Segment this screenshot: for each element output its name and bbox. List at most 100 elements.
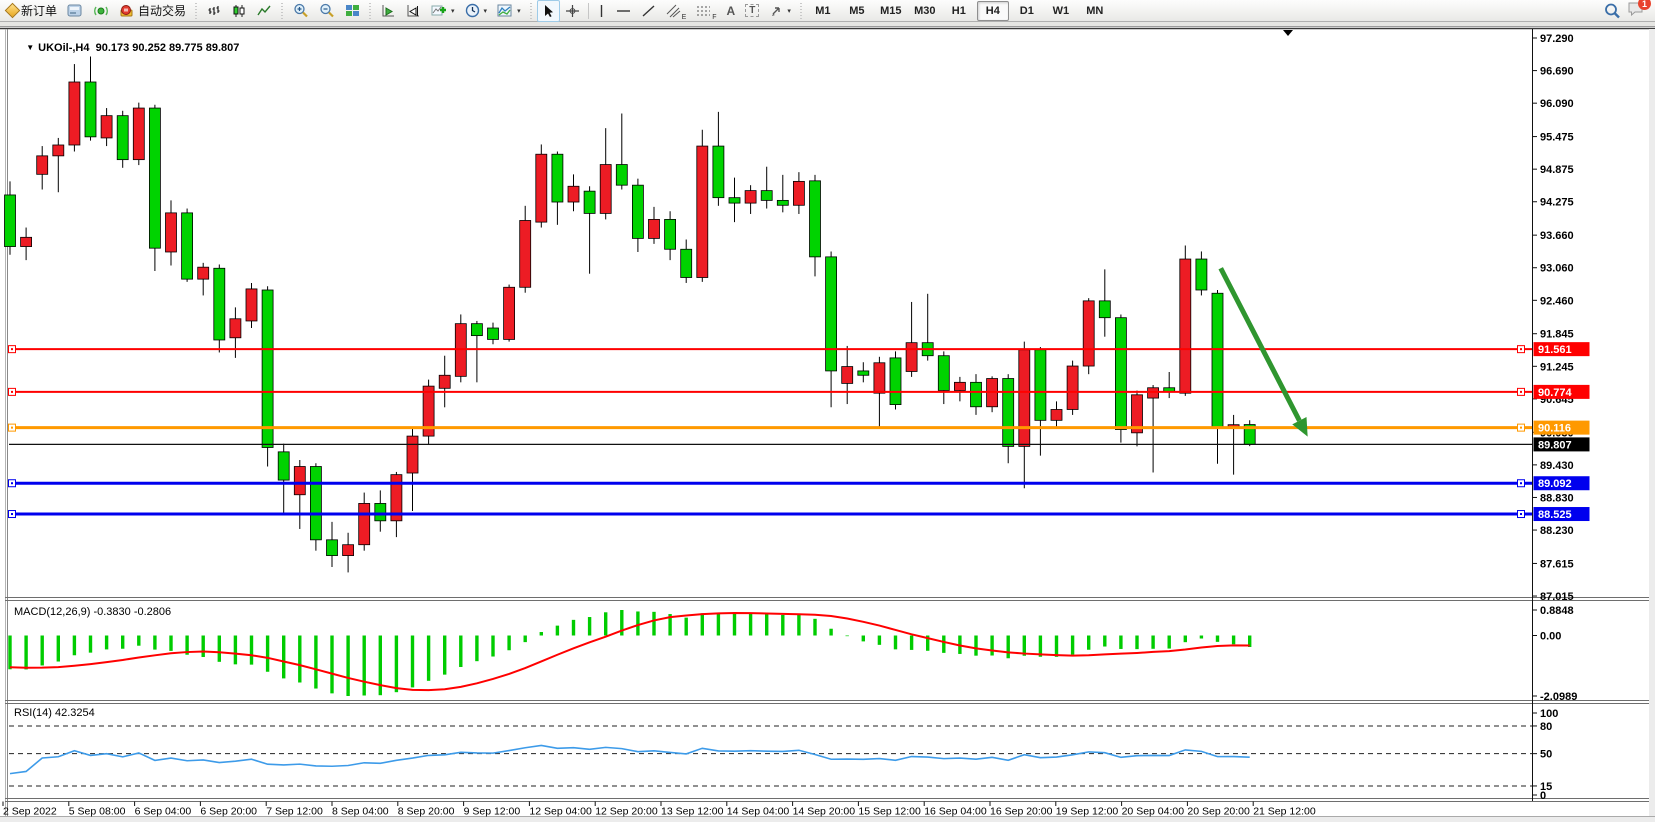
svg-text:0.00: 0.00 xyxy=(1540,631,1561,643)
market-watch-button[interactable] xyxy=(62,0,88,22)
bar-chart-button[interactable] xyxy=(202,0,227,22)
svg-text:93.660: 93.660 xyxy=(1540,230,1574,242)
text-label-icon: T xyxy=(745,4,759,17)
price-axis[interactable]: 97.29096.69096.09095.47594.87594.27593.6… xyxy=(1532,33,1590,802)
svg-text:20 Sep 20:00: 20 Sep 20:00 xyxy=(1187,806,1250,818)
chart-shift-button[interactable] xyxy=(401,0,426,22)
svg-text:87.015: 87.015 xyxy=(1540,591,1574,603)
svg-text:96.090: 96.090 xyxy=(1540,98,1574,110)
notifications-button[interactable]: 1 xyxy=(1627,1,1645,20)
time-axis[interactable]: 2 Sep 20225 Sep 08:006 Sep 04:006 Sep 20… xyxy=(3,802,1316,818)
templates-dropdown-icon[interactable]: ▾ xyxy=(517,7,521,15)
text-tool-button[interactable]: A xyxy=(722,0,741,22)
notification-badge: 1 xyxy=(1638,0,1651,10)
horizontal-line-89.092[interactable] xyxy=(9,480,1533,487)
rsi-pane xyxy=(10,745,1250,773)
tile-windows-button[interactable] xyxy=(340,0,365,22)
svg-text:-2.0989: -2.0989 xyxy=(1540,691,1577,703)
zoom-in-button[interactable] xyxy=(288,0,314,22)
fibonacci-letter: F xyxy=(712,14,716,21)
indicators-dropdown-icon[interactable]: ▾ xyxy=(451,7,455,15)
fibonacci-icon xyxy=(696,4,712,18)
toolbar-grip xyxy=(528,3,535,19)
svg-text:16 Sep 04:00: 16 Sep 04:00 xyxy=(924,806,987,818)
auto-scroll-button[interactable] xyxy=(376,0,401,22)
auto-trade-icon xyxy=(119,4,135,18)
templates-button[interactable]: ▾ xyxy=(492,0,526,22)
horizontal-line-88.525[interactable] xyxy=(9,511,1533,518)
svg-text:88.230: 88.230 xyxy=(1540,525,1574,537)
toolbar-grip xyxy=(193,3,200,19)
search-icon[interactable] xyxy=(1604,3,1621,19)
svg-text:100: 100 xyxy=(1540,708,1558,720)
timeframe-MN[interactable]: MN xyxy=(1079,1,1111,21)
svg-text:96.690: 96.690 xyxy=(1540,66,1574,78)
timeframe-W1[interactable]: W1 xyxy=(1045,1,1077,21)
timeframe-M1[interactable]: M1 xyxy=(807,1,839,21)
svg-text:9 Sep 12:00: 9 Sep 12:00 xyxy=(464,806,521,818)
svg-text:19 Sep 12:00: 19 Sep 12:00 xyxy=(1056,806,1119,818)
chart-window[interactable]: 97.29096.69096.09095.47594.87594.27593.6… xyxy=(0,22,1655,822)
auto-scroll-icon xyxy=(381,4,396,18)
down-arrow-annotation[interactable] xyxy=(1221,268,1308,436)
horizontal-line-tool-button[interactable] xyxy=(611,0,636,22)
svg-text:89.092: 89.092 xyxy=(1538,478,1572,490)
timeframe-H1[interactable]: H1 xyxy=(943,1,975,21)
rsi-line xyxy=(10,745,1250,773)
clock-icon xyxy=(465,3,480,18)
svg-text:91.561: 91.561 xyxy=(1538,344,1572,356)
zoom-in-icon xyxy=(293,3,309,18)
horizontal-line-91.561[interactable] xyxy=(9,346,1533,353)
line-chart-button[interactable] xyxy=(252,0,277,22)
new-order-icon xyxy=(5,3,21,19)
zoom-out-button[interactable] xyxy=(314,0,340,22)
toolbar: 新订单 自动交易 ▾ ▾ ▾ xyxy=(0,0,1655,22)
text-label-tool-button[interactable]: T xyxy=(740,0,764,22)
periods-dropdown-icon[interactable]: ▾ xyxy=(484,7,488,15)
svg-text:88.525: 88.525 xyxy=(1538,509,1572,521)
chart-canvas[interactable]: 97.29096.69096.09095.47594.87594.27593.6… xyxy=(0,22,1655,822)
horizontal-line-90.774[interactable] xyxy=(9,388,1533,395)
svg-text:94.275: 94.275 xyxy=(1540,197,1574,209)
svg-text:50: 50 xyxy=(1540,749,1552,761)
trendline-tool-button[interactable] xyxy=(636,0,661,22)
price-tag-89.807: 89.807 xyxy=(1534,437,1590,451)
text-tool-icon: A xyxy=(727,4,736,18)
trendline-icon xyxy=(641,4,656,18)
arrows-tool-button[interactable]: ▾ xyxy=(764,0,796,22)
timeframe-M15[interactable]: M15 xyxy=(875,1,907,21)
svg-text:6 Sep 04:00: 6 Sep 04:00 xyxy=(135,806,192,818)
arrows-dropdown-icon[interactable]: ▾ xyxy=(787,7,791,15)
timeframe-M5[interactable]: M5 xyxy=(841,1,873,21)
signals-button[interactable] xyxy=(88,0,114,22)
indicators-button[interactable]: ▾ xyxy=(426,0,460,22)
svg-text:2 Sep 2022: 2 Sep 2022 xyxy=(3,806,57,818)
vertical-line-tool-button[interactable] xyxy=(592,0,611,22)
svg-text:14 Sep 04:00: 14 Sep 04:00 xyxy=(727,806,790,818)
svg-text:89.807: 89.807 xyxy=(1538,439,1572,451)
svg-text:88.830: 88.830 xyxy=(1540,492,1574,504)
macd-signal-line xyxy=(10,613,1250,690)
channel-icon xyxy=(666,4,682,18)
svg-text:87.615: 87.615 xyxy=(1540,558,1574,570)
auto-trade-button[interactable]: 自动交易 xyxy=(114,0,191,22)
channel-tool-button[interactable]: E xyxy=(661,0,692,22)
chart-shift-icon xyxy=(406,4,421,18)
timeframe-M30[interactable]: M30 xyxy=(909,1,941,21)
fibonacci-tool-button[interactable]: F xyxy=(691,0,721,22)
crosshair-tool-button[interactable] xyxy=(560,0,585,22)
templates-icon xyxy=(497,4,513,18)
candlestick-chart-button[interactable] xyxy=(227,0,252,22)
cursor-tool-button[interactable] xyxy=(537,0,560,22)
timeframe-H4[interactable]: H4 xyxy=(977,1,1009,21)
timeframe-D1[interactable]: D1 xyxy=(1011,1,1043,21)
arrows-icon xyxy=(769,4,783,18)
signal-icon xyxy=(93,4,109,18)
svg-text:12 Sep 20:00: 12 Sep 20:00 xyxy=(595,806,658,818)
svg-text:93.060: 93.060 xyxy=(1540,263,1574,275)
periods-button[interactable]: ▾ xyxy=(460,0,493,22)
new-order-button[interactable]: 新订单 xyxy=(2,0,62,22)
svg-text:16 Sep 20:00: 16 Sep 20:00 xyxy=(990,806,1053,818)
svg-text:8 Sep 20:00: 8 Sep 20:00 xyxy=(398,806,455,818)
tile-windows-icon xyxy=(345,4,360,18)
